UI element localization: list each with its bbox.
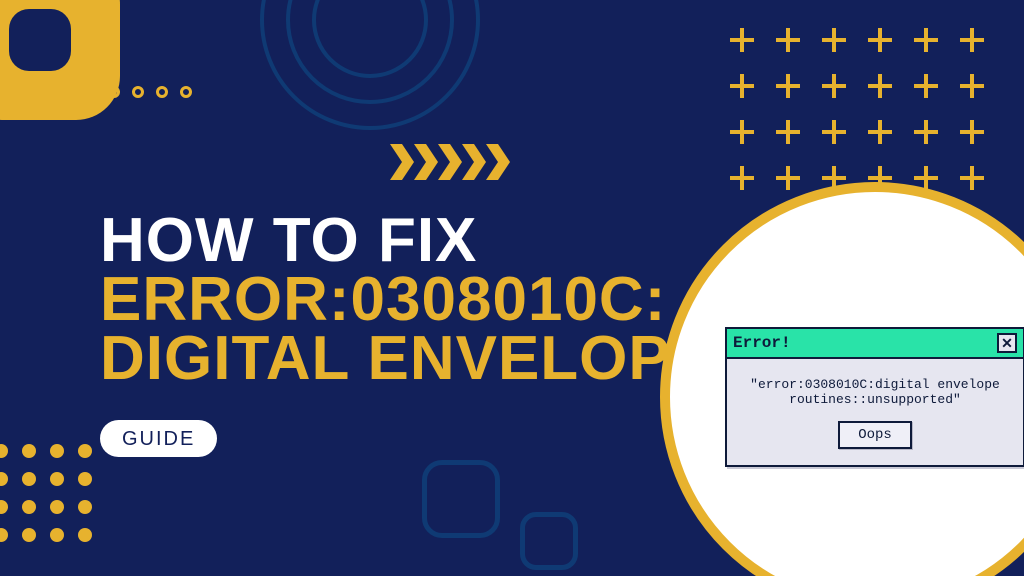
- plus-icon: [726, 24, 758, 56]
- dot-icon: [0, 444, 8, 458]
- dialog-body: "error:0308010C:digital envelope routine…: [727, 359, 1023, 465]
- headline-line-3: Digital Envelope: [100, 330, 713, 389]
- plus-icon: [726, 162, 758, 194]
- plus-icon: [910, 70, 942, 102]
- dialog-title: Error!: [733, 334, 791, 352]
- plus-icon: [864, 24, 896, 56]
- dot-icon: [78, 472, 92, 486]
- plus-icon: [956, 116, 988, 148]
- plus-icon: [910, 116, 942, 148]
- guide-badge: GUIDE: [100, 420, 217, 457]
- dot-icon: [22, 500, 36, 514]
- dot-icon: [50, 500, 64, 514]
- headline-line-1: How to Fix: [100, 212, 713, 271]
- hollow-circle-icon: [132, 86, 144, 98]
- plus-icon: [772, 116, 804, 148]
- dot-icon: [22, 528, 36, 542]
- concentric-rings-icon: [260, 0, 480, 130]
- headline: How to Fix Error:0308010C: Digital Envel…: [100, 212, 713, 389]
- plus-icon: [864, 70, 896, 102]
- plus-icon: [772, 70, 804, 102]
- dot-icon: [50, 444, 64, 458]
- dot-icon: [22, 444, 36, 458]
- dot-icon: [0, 528, 8, 542]
- chevrons-row-icon: [390, 144, 510, 180]
- squircle-hole: [9, 9, 71, 71]
- dialog-message-line-1: "error:0308010C:digital envelope: [741, 377, 1009, 392]
- dot-icon: [0, 472, 8, 486]
- dot-icon: [78, 444, 92, 458]
- plus-grid: [726, 24, 988, 194]
- plus-icon: [818, 24, 850, 56]
- squircle-accent-icon: [0, 0, 120, 120]
- plus-icon: [726, 116, 758, 148]
- plus-icon: [726, 70, 758, 102]
- dots-grid-icon: [0, 444, 92, 542]
- plus-icon: [818, 70, 850, 102]
- plus-icon: [910, 24, 942, 56]
- hollow-circle-icon: [180, 86, 192, 98]
- hollow-circle-icon: [108, 86, 120, 98]
- dot-icon: [50, 472, 64, 486]
- dot-icon: [0, 500, 8, 514]
- error-dialog: Error! ✕ "error:0308010C:digital envelop…: [725, 327, 1024, 467]
- outline-squircle-icon: [520, 512, 578, 570]
- dot-icon: [50, 528, 64, 542]
- dialog-message-line-2: routines::unsupported": [741, 392, 1009, 407]
- dot-icon: [78, 528, 92, 542]
- oops-button[interactable]: Oops: [838, 421, 912, 449]
- plus-icon: [772, 24, 804, 56]
- outline-squircle-icon: [422, 460, 500, 538]
- feature-circle: Error! ✕ "error:0308010C:digital envelop…: [660, 182, 1024, 576]
- plus-icon: [956, 24, 988, 56]
- plus-icon: [818, 116, 850, 148]
- headline-line-2: Error:0308010C:: [100, 271, 713, 330]
- circles-row-icon: [108, 86, 192, 98]
- plus-icon: [864, 116, 896, 148]
- dot-icon: [22, 472, 36, 486]
- hollow-circle-icon: [156, 86, 168, 98]
- dialog-titlebar: Error! ✕: [727, 329, 1023, 359]
- plus-icon: [956, 70, 988, 102]
- dot-icon: [78, 500, 92, 514]
- close-icon[interactable]: ✕: [997, 333, 1017, 353]
- plus-icon: [772, 162, 804, 194]
- plus-icon: [956, 162, 988, 194]
